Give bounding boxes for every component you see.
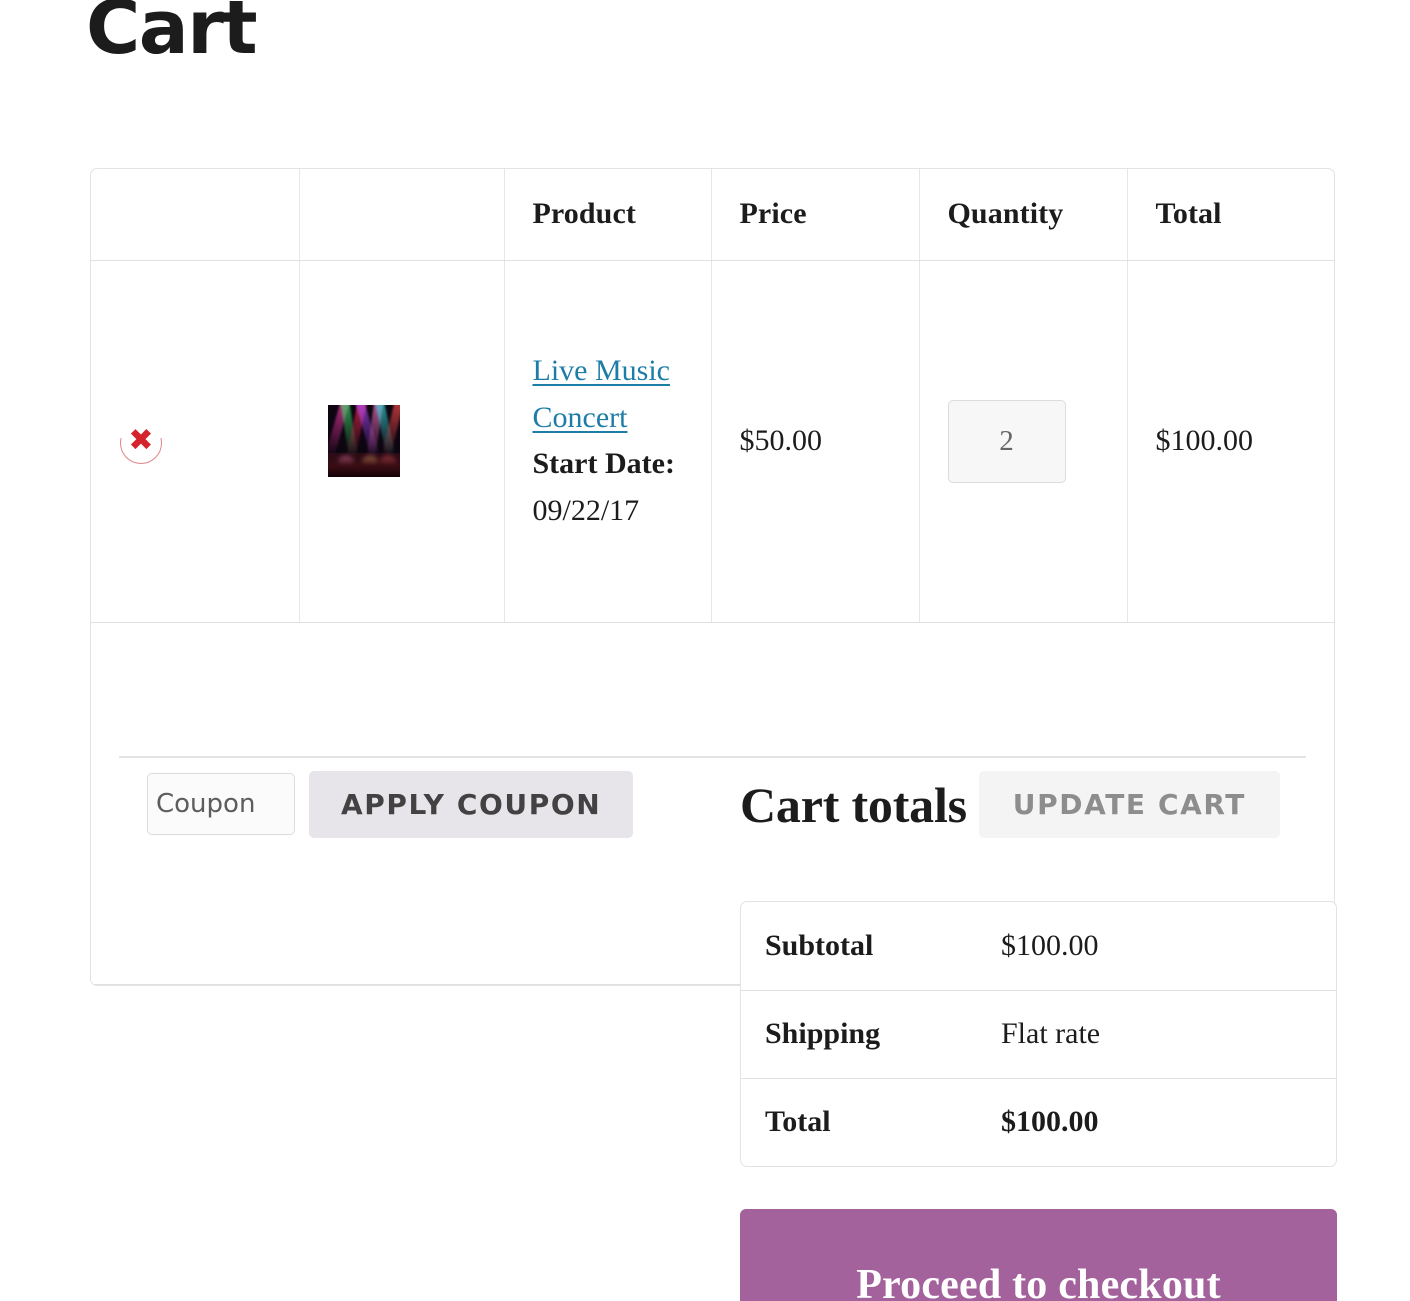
cart-table-body: ✖ Live Music Concert Start Date: 09/22/1… (91, 260, 1334, 985)
totals-value-shipping: Flat rate (1001, 1017, 1101, 1050)
cell-product: Live Music Concert Start Date: 09/22/17 (504, 260, 712, 623)
totals-value-total: $100.00 (1001, 1105, 1099, 1139)
column-header-quantity: Quantity (919, 169, 1128, 261)
product-meta-value: 09/22/17 (532, 493, 640, 527)
column-header-price: Price (711, 169, 920, 261)
coupon-code-input[interactable] (147, 773, 295, 835)
remove-item-icon[interactable]: ✖ (119, 419, 163, 464)
remove-cross-glyph: ✖ (128, 423, 154, 458)
product-thumbnail-image[interactable] (327, 405, 400, 477)
crowd-silhouette-decoration (327, 452, 400, 477)
cell-price: $50.00 (711, 260, 920, 623)
cart-table: Product Price Quantity Total ✖ Live Musi… (91, 169, 1334, 985)
totals-value-subtotal: $100.00 (1001, 928, 1099, 962)
totals-label-subtotal: Subtotal (765, 928, 874, 962)
quantity-input[interactable] (947, 399, 1066, 483)
cart-table-container: Product Price Quantity Total ✖ Live Musi… (90, 168, 1335, 986)
cell-quantity (919, 260, 1128, 623)
apply-coupon-button[interactable]: APPLY COUPON (309, 770, 634, 838)
product-meta-label: Start Date: (532, 447, 675, 480)
cart-header-row: Product Price Quantity Total (91, 169, 1334, 261)
cell-line-total: $100.00 (1127, 260, 1334, 623)
column-header-thumbnail (299, 169, 505, 261)
page-title: Cart (86, 0, 258, 71)
proceed-to-checkout-button[interactable]: Proceed to checkout (740, 1209, 1337, 1301)
cart-totals-heading: Cart totals (740, 777, 967, 833)
totals-row-shipping: Shipping Flat rate (741, 990, 1336, 1078)
update-cart-button[interactable]: UPDATE CART (978, 770, 1280, 838)
product-name-link[interactable]: Live Music Concert (533, 354, 670, 434)
column-header-total: Total (1127, 169, 1334, 261)
cell-thumbnail (299, 260, 505, 623)
cart-totals-table: Subtotal $100.00 Shipping Flat rate Tota… (741, 902, 1336, 1166)
cart-totals-container: Subtotal $100.00 Shipping Flat rate Tota… (740, 901, 1337, 1167)
column-header-product: Product (504, 169, 712, 261)
cart-table-head: Product Price Quantity Total (91, 169, 1334, 261)
totals-label-total: Total (765, 1105, 831, 1139)
cell-remove: ✖ (91, 260, 300, 623)
totals-label-shipping: Shipping (765, 1017, 881, 1050)
totals-row-total: Total $100.00 (741, 1078, 1336, 1166)
table-row: ✖ Live Music Concert Start Date: 09/22/1… (91, 260, 1334, 623)
totals-row-subtotal: Subtotal $100.00 (741, 902, 1336, 990)
column-header-remove (91, 169, 300, 261)
cart-page: Cart Product Price Quantity Total ✖ Live… (0, 0, 1410, 1301)
cart-actions-bar: APPLY COUPON UPDATE CART (119, 755, 1306, 851)
